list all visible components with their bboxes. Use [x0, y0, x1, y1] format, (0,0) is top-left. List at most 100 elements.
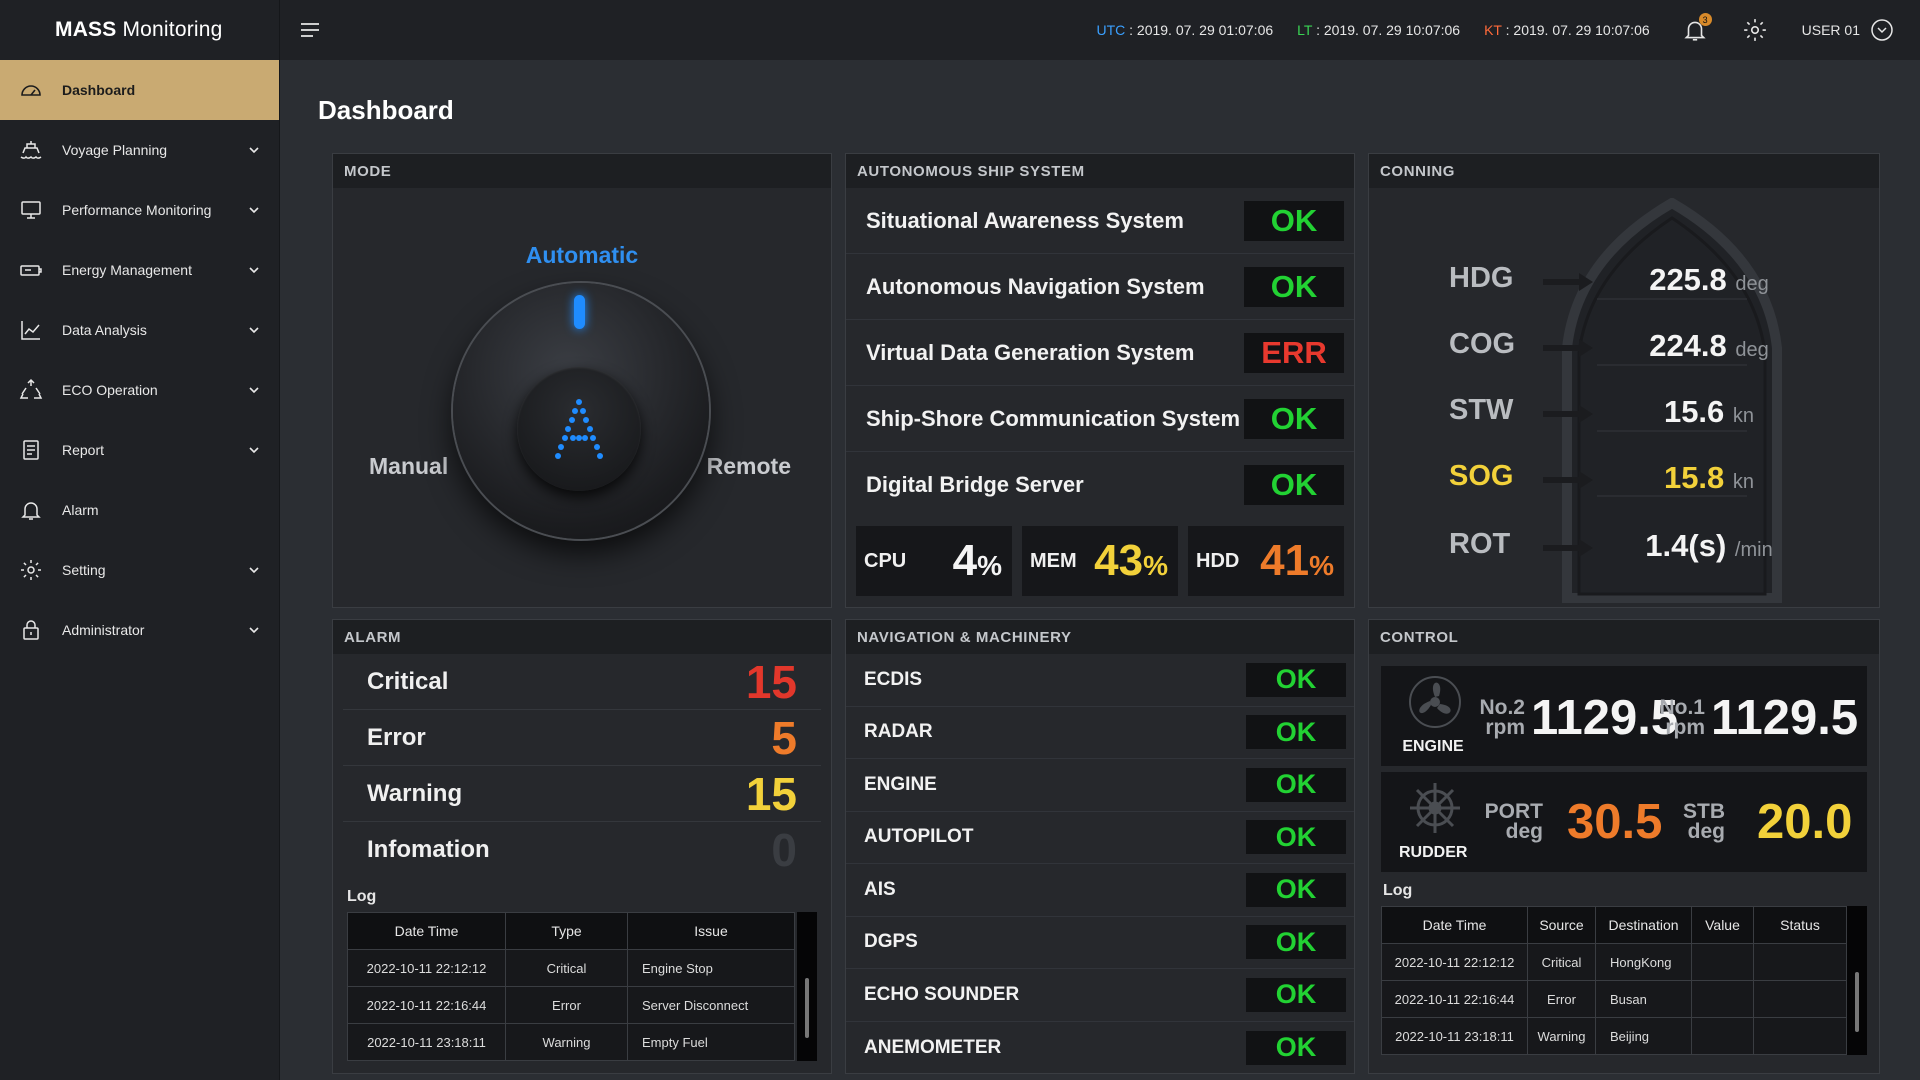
conning-panel: CONNING HDG 225.8 deg COG 224.8 deg STW — [1368, 153, 1880, 608]
conning-label: STW — [1449, 394, 1514, 426]
table-row[interactable]: 2022-10-11 23:18:11 Warning Beijing — [1381, 1017, 1847, 1055]
stb-label: STB deg — [1683, 800, 1725, 843]
status-badge: OK — [1246, 820, 1346, 855]
stb-rudder-value: 20.0 — [1757, 795, 1853, 849]
sidebar-item-data-analysis[interactable]: Data Analysis — [0, 300, 279, 360]
clock-group: UTC : 2019. 07. 29 01:07:06 LT : 2019. 0… — [1096, 22, 1649, 38]
status-badge: OK — [1246, 767, 1346, 802]
sidebar-item-performance-monitoring[interactable]: Performance Monitoring — [0, 180, 279, 240]
engine-label: ENGINE — [1402, 738, 1464, 755]
sidebar-item-eco-operation[interactable]: ECO Operation — [0, 360, 279, 420]
sidebar-item-label: Performance Monitoring — [62, 202, 212, 218]
gauge-icon — [18, 77, 44, 103]
conning-value: 1.4(s) /min — [1645, 528, 1773, 563]
scrollbar[interactable] — [1847, 906, 1867, 1055]
conning-label: COG — [1449, 328, 1516, 360]
table-cell: 2022-10-11 22:12:12 — [347, 949, 506, 987]
alarm-row-warning[interactable]: Warning 15 — [343, 766, 821, 822]
system-name: Ship-Shore Communication System — [866, 405, 1241, 431]
table-cell: 2022-10-11 22:12:12 — [1381, 943, 1528, 981]
column-header[interactable]: Issue — [627, 912, 795, 950]
table-row[interactable]: 2022-10-11 22:16:44 Error Server Disconn… — [347, 986, 795, 1024]
control-panel: CONTROL ENGINE No.2 rpm 1129.5 No.1 rpm 11… — [1368, 619, 1880, 1074]
knob-indicator — [574, 295, 585, 329]
table-cell — [1753, 1017, 1847, 1055]
engine-control: ENGINE No.2 rpm 1129.5 No.1 rpm 1129.5 — [1381, 666, 1867, 766]
scrollbar[interactable] — [797, 912, 817, 1061]
scrollbar-thumb[interactable] — [805, 978, 809, 1038]
machinery-name: ANEMOMETER — [864, 1036, 1002, 1058]
alarm-label: Infomation — [367, 836, 490, 863]
no1-label: No.1 rpm — [1659, 696, 1705, 739]
navigation-machinery-panel: NAVIGATION & MACHINERY ECDIS OK RADAR OK E… — [845, 619, 1355, 1074]
bell-icon — [18, 497, 44, 523]
no1-rpm-value: 1129.5 — [1711, 691, 1859, 745]
conning-row-hdg: HDG 225.8 deg — [1369, 262, 1879, 322]
table-row[interactable]: 2022-10-11 23:18:11 Warning Empty Fuel — [347, 1023, 795, 1061]
status-badge: OK — [1246, 662, 1346, 697]
column-header[interactable]: Date Time — [1381, 906, 1528, 944]
machinery-row: ANEMOMETER OK — [846, 1022, 1354, 1075]
mode-remote-label[interactable]: Remote — [707, 453, 791, 480]
recycle-icon — [18, 377, 44, 403]
column-header[interactable]: Value — [1691, 906, 1754, 944]
table-cell: Critical — [1527, 943, 1596, 981]
sidebar-item-voyage-planning[interactable]: Voyage Planning — [0, 120, 279, 180]
system-name: Digital Bridge Server — [866, 472, 1084, 497]
table-row[interactable]: 2022-10-11 22:12:12 Critical HongKong — [1381, 943, 1847, 981]
chevron-down-icon — [249, 267, 259, 274]
fan-icon — [1409, 676, 1461, 728]
column-header[interactable]: Destination — [1595, 906, 1692, 944]
table-cell — [1691, 980, 1754, 1018]
sidebar-item-setting[interactable]: Setting — [0, 540, 279, 600]
sidebar-item-energy-management[interactable]: Energy Management — [0, 240, 279, 300]
automatic-a-icon — [555, 399, 603, 459]
ship-wheel-icon — [1410, 783, 1460, 833]
table-row[interactable]: 2022-10-11 22:16:44 Error Busan — [1381, 980, 1847, 1018]
conning-label: SOG — [1449, 460, 1514, 492]
table-row[interactable]: 2022-10-11 22:12:12 Critical Engine Stop — [347, 949, 795, 987]
mem-value: 43% — [1094, 536, 1168, 585]
scrollbar-thumb[interactable] — [1855, 972, 1859, 1032]
alarm-row-error[interactable]: Error 5 — [343, 710, 821, 766]
alarm-count: 15 — [745, 655, 797, 708]
sidebar-item-label: Data Analysis — [62, 322, 147, 338]
alarm-row-information[interactable]: Infomation 0 — [343, 822, 821, 878]
chevron-down-icon — [249, 147, 259, 154]
arrow-right-icon — [1543, 339, 1593, 357]
mode-panel: MODE Automatic Manual Remote — [332, 153, 832, 608]
chevron-down-icon — [249, 567, 259, 574]
sidebar-item-label: ECO Operation — [62, 382, 158, 398]
mode-selector-knob[interactable] — [453, 283, 709, 539]
menu-toggle-icon[interactable] — [298, 18, 322, 42]
column-header[interactable]: Status — [1753, 906, 1847, 944]
notifications-button[interactable]: 3 — [1682, 13, 1712, 43]
sidebar-item-label: Energy Management — [62, 262, 192, 278]
sidebar-item-report[interactable]: Report — [0, 420, 279, 480]
conning-row-rot: ROT 1.4(s) /min — [1369, 528, 1879, 588]
cpu-label: CPU — [864, 549, 907, 572]
column-header[interactable]: Source — [1527, 906, 1596, 944]
status-badge: OK — [1244, 266, 1344, 307]
alarm-row-critical[interactable]: Critical 15 — [343, 654, 821, 710]
conning-value: 225.8 deg — [1649, 262, 1769, 297]
mode-automatic-label[interactable]: Automatic — [333, 242, 831, 269]
settings-button[interactable] — [1742, 17, 1768, 43]
sidebar-item-label: Dashboard — [62, 82, 136, 98]
conning-value: 224.8 deg — [1649, 328, 1769, 363]
sidebar-item-alarm[interactable]: Alarm — [0, 480, 279, 540]
sidebar-item-label: Setting — [62, 562, 106, 578]
user-menu[interactable]: USER 01 — [1802, 18, 1894, 42]
sidebar-item-administrator[interactable]: Administrator — [0, 600, 279, 660]
column-header[interactable]: Date Time — [347, 912, 506, 950]
machinery-name: AIS — [864, 878, 896, 900]
mode-manual-label[interactable]: Manual — [369, 453, 448, 480]
sidebar-item-dashboard[interactable]: Dashboard — [0, 60, 279, 120]
chevron-down-icon — [249, 627, 259, 634]
column-header[interactable]: Type — [505, 912, 628, 950]
table-cell: Empty Fuel — [627, 1023, 795, 1061]
table-cell: HongKong — [1595, 943, 1692, 981]
hdd-usage: HDD 41% — [1188, 526, 1344, 596]
gear-icon — [18, 557, 44, 583]
korea-time: KT : 2019. 07. 29 10:07:06 — [1484, 22, 1650, 38]
